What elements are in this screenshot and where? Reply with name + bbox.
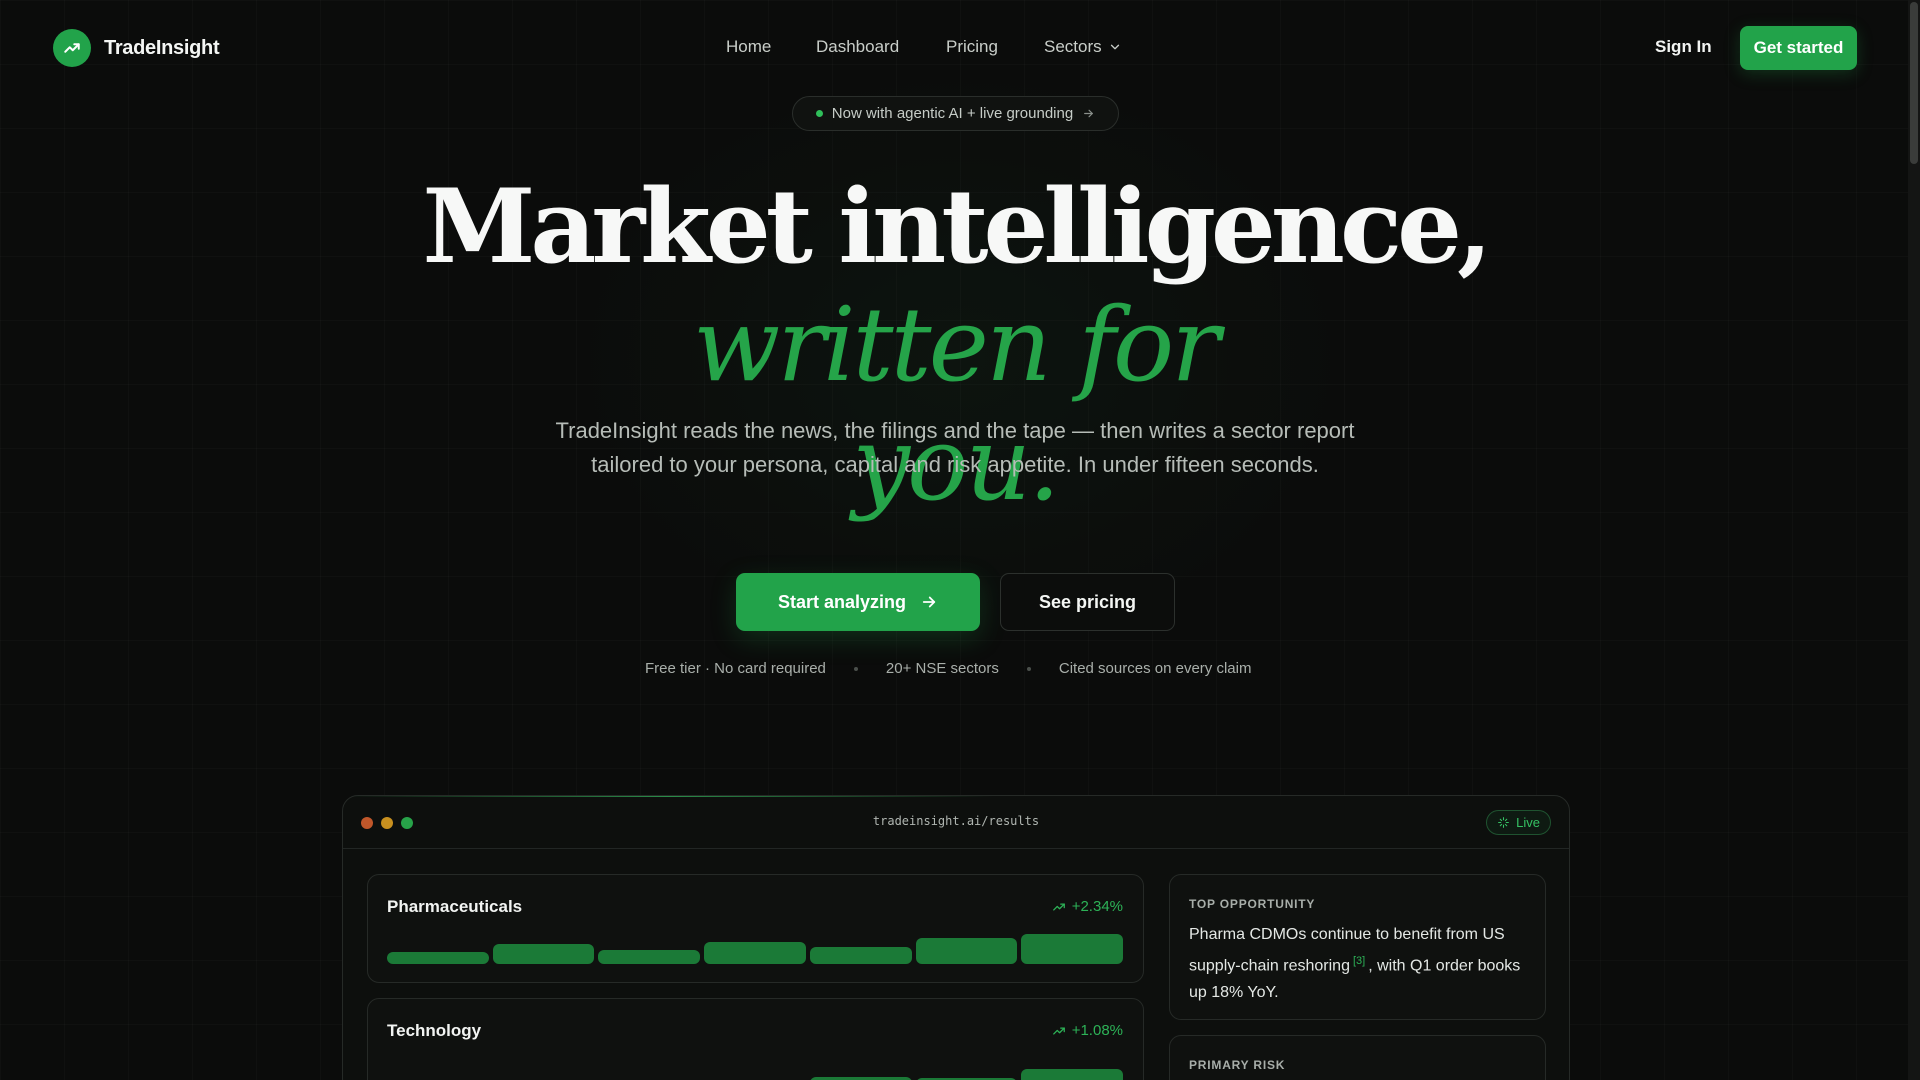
sparkle-icon xyxy=(1498,817,1510,828)
see-pricing-button[interactable]: See pricing xyxy=(1000,573,1175,631)
live-label: Live xyxy=(1516,815,1540,830)
chevron-down-icon xyxy=(1110,44,1119,50)
start-analyzing-button[interactable]: Start analyzing xyxy=(736,573,980,631)
feature-item: 20+ NSE sectors xyxy=(885,660,999,677)
nav-link-home[interactable]: Home xyxy=(726,37,771,57)
spark-bar xyxy=(598,950,701,964)
primary-risk-card: PRIMARY RISK xyxy=(1169,1035,1546,1080)
top-nav: TradeInsight Home Dashboard Pricing Sect… xyxy=(0,0,1908,96)
announcement-pill[interactable]: Now with agentic AI + live grounding xyxy=(792,96,1119,131)
status-dot-icon xyxy=(815,110,823,117)
sector-sparkbars xyxy=(387,1065,1124,1080)
spark-bar xyxy=(1021,1069,1124,1080)
arrow-right-icon xyxy=(922,596,936,608)
app-preview-window: tradeinsight.ai/results Live Pharmaceuti… xyxy=(342,795,1570,1080)
preview-url: tradeinsight.ai/results xyxy=(872,814,1040,828)
top-opportunity-label: TOP OPPORTUNITY xyxy=(1189,897,1316,911)
sign-in-link[interactable]: Sign In xyxy=(1655,37,1712,57)
hero-subtitle: TradeInsight reads the news, the filings… xyxy=(555,418,1355,477)
preview-title-bar: tradeinsight.ai/results Live xyxy=(343,796,1569,849)
spark-bar xyxy=(704,942,806,964)
top-opportunity-card: TOP OPPORTUNITY Pharma CDMOs continue to… xyxy=(1169,874,1546,1020)
nav-link-sectors-label: Sectors xyxy=(1044,37,1102,56)
separator-dot xyxy=(1026,666,1031,671)
sector-name: Technology xyxy=(387,1021,482,1040)
arrow-right-icon xyxy=(1084,109,1094,118)
sector-name: Pharmaceuticals xyxy=(387,897,523,916)
page-scrollbar[interactable] xyxy=(1908,0,1920,1080)
spark-bar xyxy=(1021,934,1124,964)
spark-bar xyxy=(915,938,1018,964)
brand[interactable]: TradeInsight xyxy=(53,29,220,67)
trend-up-logo-icon xyxy=(53,29,91,67)
hero-title-accent: written for xyxy=(692,286,1220,405)
feature-list: Free tier · No card required 20+ NSE sec… xyxy=(645,660,1251,677)
sector-change-value: +1.08% xyxy=(1071,1022,1123,1039)
top-opportunity-text: Pharma CDMOs continue to benefit from US… xyxy=(1189,921,1524,1006)
scrollbar-thumb[interactable] xyxy=(1910,2,1918,164)
announcement-text: Now with agentic AI + live grounding xyxy=(831,105,1074,122)
trend-up-icon xyxy=(1052,902,1065,911)
sector-change: +2.34% xyxy=(1052,898,1123,915)
primary-risk-label: PRIMARY RISK xyxy=(1189,1058,1286,1072)
nav-link-dashboard[interactable]: Dashboard xyxy=(816,37,899,57)
nav-link-sectors[interactable]: Sectors xyxy=(1044,37,1122,57)
feature-item: Cited sources on every claim xyxy=(1058,660,1252,677)
spark-bar xyxy=(387,952,489,964)
hero-title-plain: Market intelligence, xyxy=(422,167,1493,287)
nav-link-pricing[interactable]: Pricing xyxy=(946,37,998,57)
brand-name: TradeInsight xyxy=(104,36,220,59)
get-started-button[interactable]: Get started xyxy=(1740,26,1857,70)
sector-card-technology[interactable]: Technology +1.08% xyxy=(367,998,1144,1080)
citation-link[interactable]: [3] xyxy=(1353,955,1365,967)
separator-dot xyxy=(853,666,858,671)
start-analyzing-label: Start analyzing xyxy=(777,591,907,612)
sector-change-value: +2.34% xyxy=(1071,898,1123,915)
sector-change: +1.08% xyxy=(1052,1022,1123,1039)
live-badge: Live xyxy=(1486,810,1551,835)
spark-bar xyxy=(492,944,595,964)
sector-sparkbars xyxy=(387,924,1124,964)
feature-item: Free tier · No card required xyxy=(645,660,826,677)
trend-up-icon xyxy=(1052,1026,1065,1035)
sector-card-pharmaceuticals[interactable]: Pharmaceuticals +2.34% xyxy=(367,874,1144,983)
spark-bar xyxy=(809,947,912,964)
